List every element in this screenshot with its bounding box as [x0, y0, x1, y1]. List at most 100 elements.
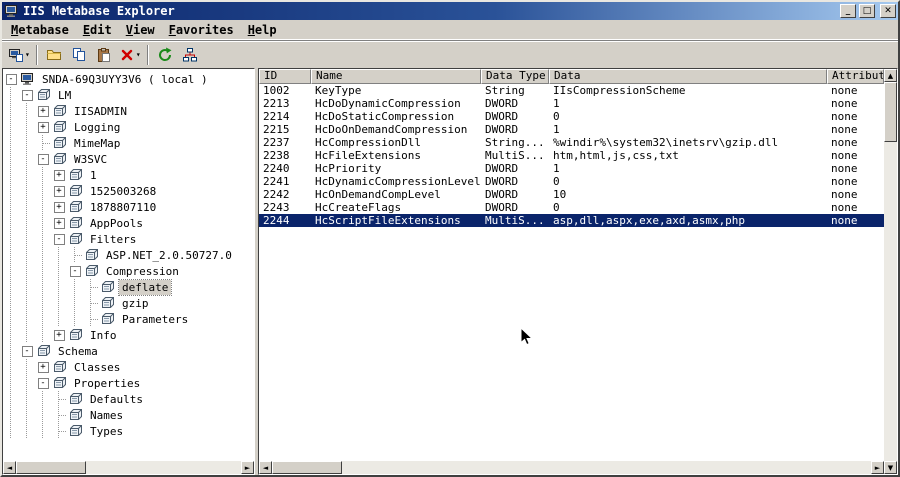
scrollbar-thumb[interactable]: [272, 461, 342, 474]
scrollbar-track[interactable]: [884, 142, 897, 461]
collapse-icon[interactable]: -: [35, 375, 51, 391]
scroll-right-button[interactable]: ►: [241, 461, 254, 474]
open-key-button[interactable]: [42, 44, 66, 66]
cell-id: 2243: [263, 201, 290, 214]
tree-item-snda-69q3uyy3v6-local[interactable]: - SNDA-69Q3UYY3V6 ( local ): [3, 71, 254, 87]
table-row-2242[interactable]: 2242 HcOnDemandCompLevel DWORD 10 none: [259, 188, 884, 201]
tree-item-logging[interactable]: + Logging: [3, 119, 254, 135]
connect-button[interactable]: ▾: [6, 44, 32, 66]
cell-data: %windir%\system32\inetsrv\gzip.dll: [553, 136, 779, 149]
tree-item-w3svc[interactable]: - W3SVC: [3, 151, 254, 167]
tree-item-lm[interactable]: - LM: [3, 87, 254, 103]
tree-item-deflate[interactable]: deflate: [3, 278, 254, 296]
column-header-name[interactable]: Name: [311, 69, 481, 84]
table-row-2238[interactable]: 2238 HcFileExtensions MultiS... htm,html,js…: [259, 149, 884, 162]
expand-icon[interactable]: +: [35, 119, 51, 135]
maximize-button[interactable]: □: [859, 4, 875, 18]
paste-button[interactable]: [92, 44, 116, 66]
tree-guide: [35, 231, 51, 247]
scroll-up-button[interactable]: ▲: [884, 69, 897, 82]
tree-item-1525003268[interactable]: +1525003268: [3, 183, 254, 199]
scrollbar-thumb[interactable]: [16, 461, 86, 474]
expand-icon[interactable]: +: [51, 327, 67, 343]
tree-item-apppools[interactable]: + AppPools: [3, 215, 254, 231]
tree-guide: [3, 231, 19, 247]
list-vertical-scrollbar[interactable]: ▲ ▼: [884, 69, 897, 474]
expand-icon[interactable]: +: [51, 199, 67, 215]
tree-item-info[interactable]: + Info: [3, 327, 254, 343]
tree-item-gzip[interactable]: gzip: [3, 295, 254, 311]
expand-icon[interactable]: +: [51, 183, 67, 199]
menu-item-view[interactable]: View: [119, 21, 162, 39]
scrollbar-thumb[interactable]: [884, 82, 897, 142]
tree-guide: [3, 87, 19, 103]
menu-item-metabase[interactable]: Metabase: [4, 21, 76, 39]
tree-item-properties[interactable]: - Properties: [3, 375, 254, 391]
collapse-icon[interactable]: -: [19, 87, 35, 103]
column-header-id[interactable]: ID: [259, 69, 311, 84]
tree-guide: [19, 327, 35, 343]
tree-item-defaults[interactable]: Defaults: [3, 391, 254, 407]
scrollbar-track[interactable]: [86, 461, 241, 474]
collapse-icon[interactable]: -: [19, 343, 35, 359]
scroll-left-button[interactable]: ◄: [259, 461, 272, 474]
table-row-2215[interactable]: 2215 HcDoOnDemandCompression DWORD 1 none: [259, 123, 884, 136]
tree-item-asp-net-2-0-50727-0[interactable]: ASP.NET_2.0.50727.0: [3, 247, 254, 263]
scroll-down-button[interactable]: ▼: [884, 461, 897, 474]
scrollbar-track[interactable]: [342, 461, 871, 474]
cell-name: HcOnDemandCompLevel: [315, 188, 441, 201]
expand-icon[interactable]: +: [51, 215, 67, 231]
tree-item-compression[interactable]: - Compression: [3, 263, 254, 279]
table-row-2241[interactable]: 2241 HcDynamicCompressionLevel DWORD 0 none: [259, 175, 884, 188]
expand-icon[interactable]: +: [35, 103, 51, 119]
tree-item-names[interactable]: Names: [3, 407, 254, 423]
copy-button[interactable]: [67, 44, 91, 66]
minimize-button[interactable]: _: [840, 4, 856, 18]
expand-icon[interactable]: +: [35, 359, 51, 375]
tree-horizontal-scrollbar[interactable]: ◄ ►: [3, 461, 254, 474]
tree-guide: [19, 183, 35, 199]
table-row-2243[interactable]: 2243 HcCreateFlags DWORD 0 none: [259, 201, 884, 214]
table-row-2244[interactable]: 2244 HcScriptFileExtensions MultiS... asp,d…: [259, 214, 884, 227]
table-row-1002[interactable]: 1002 KeyType String IIsCompressionScheme non…: [259, 84, 884, 97]
menu-item-edit[interactable]: Edit: [76, 21, 119, 39]
close-button[interactable]: ✕: [880, 4, 896, 18]
column-header-type[interactable]: Data Type: [481, 69, 549, 84]
table-row-2240[interactable]: 2240 HcPriority DWORD 1 none: [259, 162, 884, 175]
tree-item-parameters[interactable]: Parameters: [3, 311, 254, 327]
tree-guide: [19, 295, 35, 311]
delete-button[interactable]: ▾: [117, 44, 143, 66]
computer-page-icon: [8, 47, 24, 63]
table-row-2237[interactable]: 2237 HcCompressionDll String... %windir%\sy…: [259, 136, 884, 149]
folder-icon: [46, 47, 62, 63]
collapse-icon[interactable]: -: [3, 71, 19, 87]
titlebar[interactable]: IIS Metabase Explorer _ □ ✕: [2, 2, 898, 20]
menu-item-help[interactable]: Help: [241, 21, 284, 39]
expand-icon[interactable]: +: [51, 167, 67, 183]
tree-item-schema[interactable]: - Schema: [3, 343, 254, 359]
scroll-right-button[interactable]: ►: [871, 461, 884, 474]
column-header-data[interactable]: Data: [549, 69, 827, 84]
tree-item-mimemap[interactable]: MimeMap: [3, 135, 254, 151]
cell-name: KeyType: [315, 84, 362, 97]
collapse-icon[interactable]: -: [51, 231, 67, 247]
tree-item-iisadmin[interactable]: + IISADMIN: [3, 103, 254, 119]
table-row-2213[interactable]: 2213 HcDoDynamicCompression DWORD 1 none: [259, 97, 884, 110]
list-horizontal-scrollbar[interactable]: ◄ ►: [259, 461, 884, 474]
tree-item-classes[interactable]: + Classes: [3, 359, 254, 375]
tree-item-1[interactable]: +1: [3, 167, 254, 183]
collapse-icon[interactable]: -: [67, 263, 83, 279]
menu-item-favorites[interactable]: Favorites: [162, 21, 241, 39]
window-title: IIS Metabase Explorer: [23, 4, 175, 18]
tree-item-1878807110[interactable]: +1878807110: [3, 199, 254, 215]
network-button[interactable]: [178, 44, 202, 66]
refresh-button[interactable]: [153, 44, 177, 66]
scroll-left-button[interactable]: ◄: [3, 461, 16, 474]
tree-item-types[interactable]: Types: [3, 423, 254, 439]
tree-item-filters[interactable]: - Filters: [3, 231, 254, 247]
table-row-2214[interactable]: 2214 HcDoStaticCompression DWORD 0 none: [259, 110, 884, 123]
column-header-attrs[interactable]: Attributes: [827, 69, 884, 84]
tree-item-label: Classes: [74, 360, 121, 374]
cell-name: HcScriptFileExtensions: [315, 214, 461, 227]
collapse-icon[interactable]: -: [35, 151, 51, 167]
